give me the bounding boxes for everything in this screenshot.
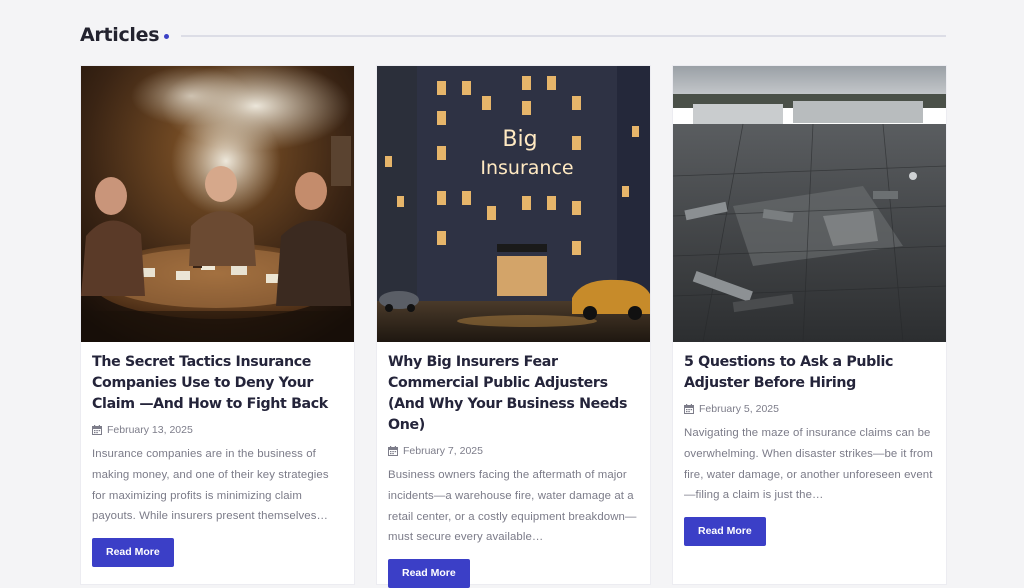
article-excerpt: Navigating the maze of insurance claims … [684,427,933,502]
section-title: Articles [80,24,160,46]
article-image[interactable]: Big Insurance [377,66,650,342]
article-date: February 5, 2025 [699,403,779,415]
read-more-button[interactable]: Read More [92,538,174,568]
calendar-icon [92,425,102,435]
section-header: Articles [80,22,946,48]
article-title[interactable]: 5 Questions to Ask a Public Adjuster Bef… [684,352,935,394]
article-excerpt: Business owners facing the aftermath of … [388,469,637,544]
article-excerpt: Insurance companies are in the business … [92,448,329,523]
article-card: The Secret Tactics Insurance Companies U… [80,65,355,585]
article-title[interactable]: Why Big Insurers Fear Commercial Public … [388,352,639,436]
header-divider [181,35,946,37]
read-more-button[interactable]: Read More [388,559,470,588]
article-card: Big Insurance Why Big Insurers Fear Comm… [376,65,651,588]
read-more-button[interactable]: Read More [684,517,766,547]
article-card: 5 Questions to Ask a Public Adjuster Bef… [672,65,947,585]
article-date: February 7, 2025 [403,445,483,457]
title-accent-dot [164,34,170,39]
article-image[interactable] [673,66,946,342]
calendar-icon [388,446,398,456]
article-title[interactable]: The Secret Tactics Insurance Companies U… [92,352,343,415]
building-sign-big: Big [502,127,537,152]
calendar-icon [684,404,694,414]
building-sign-insurance: Insurance [480,157,573,179]
article-meta: February 5, 2025 [684,403,935,415]
article-meta: February 7, 2025 [388,445,639,457]
article-date: February 13, 2025 [107,424,193,436]
article-meta: February 13, 2025 [92,424,343,436]
article-image[interactable] [81,66,354,342]
